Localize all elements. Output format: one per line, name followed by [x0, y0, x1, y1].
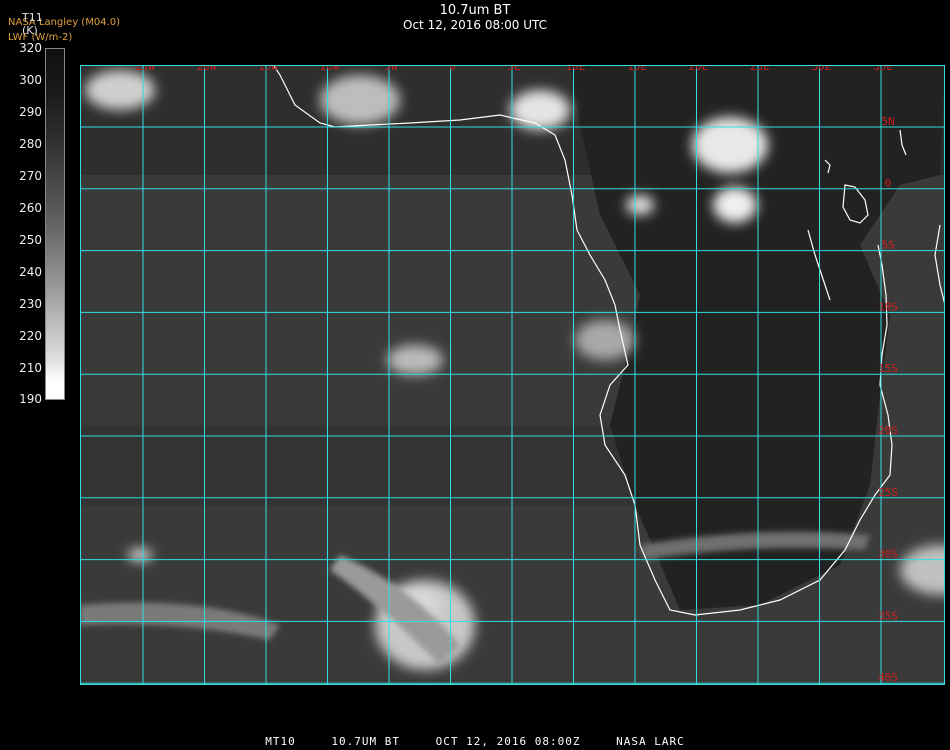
footer-product: MT10	[265, 735, 296, 748]
longitude-label: 5W	[384, 65, 398, 73]
satellite-map: 25W 20W 15W 10W 5W 0 5E 10E 15E 20E 25E 30E 35E 5N 0 5…	[80, 65, 945, 685]
map-footer: MT10 10.7UM BT OCT 12, 2016 08:00Z NASA …	[0, 735, 950, 748]
longitude-label: 20W	[197, 65, 217, 73]
colorbar-tick-label: 240	[19, 265, 42, 279]
footer-datetime: OCT 12, 2016 08:00Z	[435, 735, 581, 748]
footer-field: 10.7UM BT	[331, 735, 401, 748]
map-datetime: Oct 12, 2016 08:00 UTC	[403, 18, 547, 32]
longitude-label: 25E	[750, 65, 770, 73]
longitude-label: 5E	[507, 65, 520, 73]
colorbar-tick-label: 300	[19, 73, 42, 87]
latitude-label: 40S	[878, 671, 898, 684]
longitude-label: 10E	[566, 65, 586, 73]
latitude-label: 30S	[878, 548, 898, 561]
latitude-label: 10S	[878, 300, 898, 313]
longitude-label: 20E	[689, 65, 709, 73]
colorbar	[45, 48, 65, 400]
colorbar-tick-label: 250	[19, 233, 42, 247]
map-title: 10.7um BT	[439, 3, 511, 18]
colorbar-tick-label: 260	[19, 201, 42, 215]
latitude-label: 20S	[878, 424, 898, 437]
colorbar-tick-label: 280	[19, 137, 42, 151]
latitude-label: 5N	[881, 115, 894, 128]
longitude-label: 25W	[135, 65, 155, 73]
latitude-label: 5S	[881, 239, 894, 252]
longitude-label: 15E	[627, 65, 647, 73]
latitude-label: 35S	[878, 609, 898, 622]
colorbar-tick-label: 270	[19, 169, 42, 183]
longitude-label: 30E	[812, 65, 832, 73]
latitude-label: 25S	[878, 486, 898, 499]
footer-source: NASA LARC	[616, 735, 685, 748]
longitude-label: 35E	[873, 65, 893, 73]
longitude-label: 15W	[258, 65, 278, 73]
latitude-label: 15S	[878, 362, 898, 375]
colorbar-tick-label: 320	[19, 41, 42, 55]
colorbar-tick-label: 190	[19, 392, 42, 406]
colorbar-tick-label: 290	[19, 105, 42, 119]
colorbar-tick-label: 210	[19, 361, 42, 375]
colorbar-unit: (K)	[22, 24, 38, 37]
longitude-label: 10W	[320, 65, 340, 73]
longitude-label: 0	[449, 65, 456, 73]
latitude-label: 0	[885, 177, 892, 190]
colorbar-tick-label: 230	[19, 297, 42, 311]
colorbar-variable: T11	[22, 11, 43, 24]
colorbar-tick-label: 220	[19, 329, 42, 343]
